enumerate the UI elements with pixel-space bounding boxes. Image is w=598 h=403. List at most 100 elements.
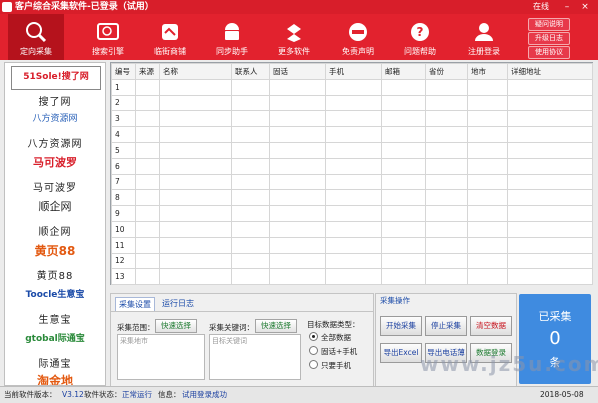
toolbar-register-login[interactable]: 注册登录 — [456, 14, 512, 60]
column-header[interactable]: 详细地址 — [507, 63, 593, 80]
close-button[interactable]: × — [580, 1, 590, 13]
table-row[interactable]: 4 — [111, 126, 593, 143]
range-input[interactable]: 采集地市 — [117, 334, 205, 380]
table-cell — [135, 173, 160, 191]
table-cell — [381, 236, 426, 254]
table-row[interactable]: 13 — [111, 268, 593, 286]
column-header[interactable]: 来源 — [135, 63, 160, 80]
status-date: 2018-05-08 — [540, 390, 584, 399]
site-item-makepolo[interactable]: 马可波罗 马可波罗 — [5, 153, 105, 195]
column-header[interactable]: 联系人 — [231, 63, 270, 80]
toolbar-search-engine[interactable]: 搜索引擎 — [80, 14, 136, 60]
row-number: 11 — [111, 236, 136, 254]
table-cell — [381, 173, 426, 191]
dropbox-icon — [287, 24, 301, 42]
site-item-shunqi[interactable]: 顺企网 顺企网 — [5, 197, 105, 239]
table-cell — [269, 126, 326, 143]
range-quick-select-button[interactable]: 快速选择 — [155, 319, 197, 333]
column-header[interactable]: 手机 — [325, 63, 382, 80]
table-cell — [135, 252, 160, 270]
keyword-input[interactable]: 目标关键词 — [209, 334, 301, 380]
site-item-51sole[interactable]: 51Sole!搜了网 搜了网 — [5, 66, 105, 108]
site-item-taojindi[interactable]: 淘金地 — [5, 371, 105, 385]
info-value: 试用登录成功 — [182, 390, 227, 399]
table-row[interactable]: 12 — [111, 252, 593, 270]
table-cell — [425, 110, 468, 128]
table-cell — [231, 252, 270, 270]
toolbar-sync-assistant[interactable]: 同步助手 — [204, 14, 260, 60]
column-header[interactable]: 编号 — [111, 63, 136, 80]
toolbar-targeted-collect[interactable]: 定向采集 — [8, 14, 64, 60]
site-item-toocle[interactable]: Toocle生意宝 生意宝 — [5, 285, 105, 327]
export-excel-button[interactable]: 导出Excel — [380, 343, 422, 363]
radio-dot — [309, 360, 318, 369]
table-cell — [269, 236, 326, 254]
table-cell — [159, 205, 232, 222]
table-cell — [425, 189, 468, 207]
site-item-huangye88[interactable]: 黄页88 黄页88 — [5, 241, 105, 283]
svg-text:?: ? — [417, 25, 424, 39]
table-cell — [425, 220, 468, 238]
column-header[interactable]: 地市 — [467, 63, 508, 80]
watermark: www.jz5u.com — [420, 352, 598, 376]
column-header[interactable]: 邮箱 — [381, 63, 426, 80]
table-cell — [231, 268, 270, 286]
table-cell — [507, 173, 593, 191]
table-cell — [425, 141, 468, 159]
table-row[interactable]: 11 — [111, 236, 593, 254]
table-row[interactable]: 6 — [111, 157, 593, 175]
column-header[interactable]: 固话 — [269, 63, 326, 80]
radio-landline-mobile[interactable]: 固话+手机 — [309, 346, 357, 357]
changelog-button[interactable]: 升级日志 — [528, 32, 570, 45]
tab-settings[interactable]: 采集设置 — [115, 297, 155, 311]
table-row[interactable]: 1 — [111, 78, 593, 96]
table-row[interactable]: 2 — [111, 94, 593, 112]
table-cell — [467, 126, 508, 143]
table-cell — [231, 141, 270, 159]
table-row[interactable]: 10 — [111, 220, 593, 238]
tab-run-log[interactable]: 运行日志 — [159, 297, 197, 310]
table-row[interactable]: 3 — [111, 110, 593, 128]
license-button[interactable]: 使用协议 — [528, 46, 570, 59]
clear-data-button[interactable]: 清空数据 — [470, 316, 512, 336]
column-header[interactable]: 名称 — [159, 63, 232, 80]
column-header[interactable]: 省份 — [425, 63, 468, 80]
table-cell — [467, 173, 508, 191]
row-number: 3 — [111, 110, 136, 128]
minimize-button[interactable]: – — [562, 1, 572, 13]
tab-divider — [111, 311, 373, 312]
toolbar-disclaimer[interactable]: 免责声明 — [330, 14, 386, 60]
table-cell — [381, 157, 426, 175]
table-cell — [507, 220, 593, 238]
table-row[interactable]: 7 — [111, 173, 593, 191]
toolbar-help[interactable]: ? 问题帮助 — [392, 14, 448, 60]
table-cell — [269, 110, 326, 128]
table-row[interactable]: 9 — [111, 205, 593, 222]
faq-button[interactable]: 疑问说明 — [528, 18, 570, 31]
site-item-gtobal[interactable]: gtobal际通宝 际通宝 — [5, 329, 105, 371]
table-cell — [269, 205, 326, 222]
keyword-quick-select-button[interactable]: 快速选择 — [255, 319, 297, 333]
table-row[interactable]: 5 — [111, 141, 593, 159]
results-table[interactable]: 编号 来源 名称 联系人 固话 手机 邮箱 省份 地市 详细地址 1 2 3 4 5 6 7 8 9 10 11 12 1… — [110, 62, 593, 286]
radio-all-data[interactable]: 全部数据 — [309, 332, 351, 343]
table-row[interactable]: 8 — [111, 189, 593, 207]
radio-mobile-only[interactable]: 只要手机 — [309, 360, 351, 371]
toolbar-more-software[interactable]: 更多软件 — [266, 14, 322, 60]
stop-collect-button[interactable]: 停止采集 — [425, 316, 467, 336]
window-title: 客户综合采集软件-已登录（试用） — [15, 2, 154, 12]
table-cell — [381, 126, 426, 143]
start-collect-button[interactable]: 开始采集 — [380, 316, 422, 336]
status-bar: 当前软件版本： V3.12 软件状态： 正常运行 信息： 试用登录成功 2018… — [0, 386, 598, 403]
table-cell — [467, 141, 508, 159]
version-value: V3.12 — [62, 390, 84, 399]
online-status[interactable]: 在线 — [533, 1, 549, 13]
toolbar-street-shops[interactable]: 临街商铺 — [142, 14, 198, 60]
site-item-bafang[interactable]: 八方资源网 八方资源网 — [5, 109, 105, 151]
row-number: 4 — [111, 126, 136, 143]
table-cell — [467, 110, 508, 128]
row-number: 2 — [111, 94, 136, 112]
site-logo: 51Sole!搜了网 — [11, 66, 101, 90]
table-cell — [325, 252, 382, 270]
table-cell — [231, 94, 270, 112]
